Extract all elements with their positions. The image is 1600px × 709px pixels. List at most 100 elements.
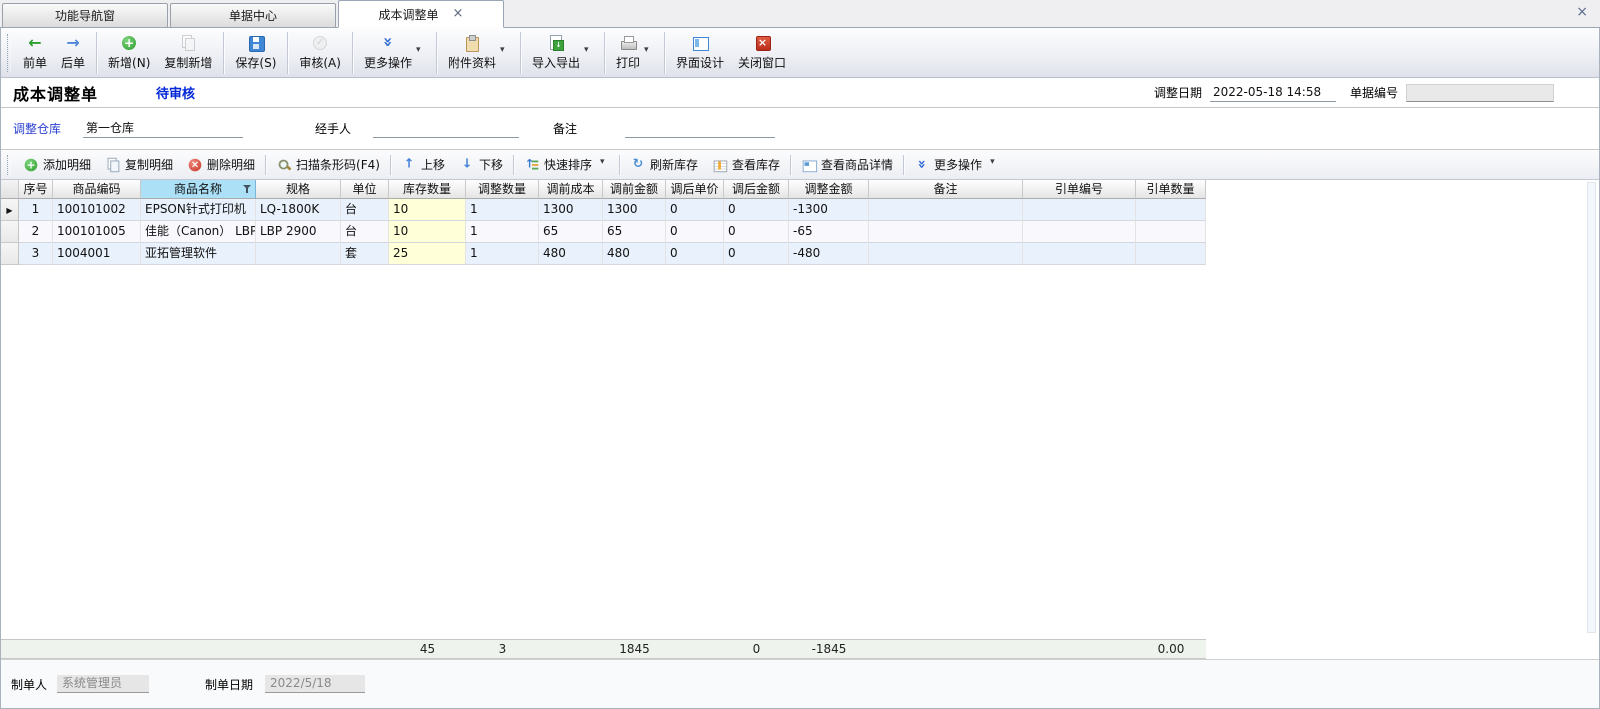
table-cell[interactable] [869,199,1023,221]
prev-doc-button[interactable]: 前单 [16,32,54,74]
table-cell[interactable]: 0 [724,221,789,243]
table-cell[interactable]: 1300 [603,199,666,221]
table-cell[interactable]: 1300 [539,199,603,221]
new-button[interactable]: 新增(N) [101,32,157,74]
dropdown-caret-icon[interactable] [990,160,999,170]
table-cell[interactable] [869,221,1023,243]
table-cell[interactable] [1023,199,1136,221]
table-cell[interactable]: 0 [666,199,724,221]
scan-barcode-button[interactable]: 扫描条形码(F4) [269,154,387,175]
move-down-button[interactable]: 下移 [452,154,510,175]
table-header-cell[interactable]: 调整数量 [466,180,539,199]
table-cell[interactable]: 3 [19,243,53,265]
table-cell[interactable]: 1004001 [53,243,141,265]
table-cell[interactable]: 65 [539,221,603,243]
copy-row-button[interactable]: 复制明细 [98,154,180,175]
table-cell[interactable] [869,243,1023,265]
dropdown-caret-icon[interactable] [500,48,509,58]
table-header-cell[interactable]: 调整金额 [789,180,869,199]
table-cell[interactable]: EPSON针式打印机 [141,199,256,221]
table-header-cell[interactable]: 引单数量 [1136,180,1206,199]
table-cell[interactable] [1023,243,1136,265]
attachments-button[interactable]: 附件资料 [441,32,516,74]
table-header-cell[interactable]: 商品名称 [141,180,256,199]
table-cell[interactable]: 1 [466,243,539,265]
row-selector-cell[interactable] [1,221,19,243]
table-header-cell[interactable]: 商品编码 [53,180,141,199]
table-cell[interactable]: 25 [389,243,466,265]
table-cell[interactable]: -1300 [789,199,869,221]
row-selector-cell[interactable] [1,243,19,265]
move-up-button[interactable]: 上移 [394,154,452,175]
table-header-cell[interactable]: 单位 [341,180,389,199]
row-selector-header[interactable] [1,180,19,199]
import-export-button[interactable]: 导入导出 [525,32,600,74]
table-cell[interactable] [256,243,341,265]
table-header-cell[interactable]: 备注 [869,180,1023,199]
view-product-detail-button[interactable]: 查看商品详情 [794,154,900,175]
table-cell[interactable]: 100101005 [53,221,141,243]
table-cell[interactable] [1136,199,1206,221]
table-cell[interactable]: 1 [466,221,539,243]
table-cell[interactable] [1023,221,1136,243]
table-header-cell[interactable]: 规格 [256,180,341,199]
table-cell[interactable] [1136,221,1206,243]
table-cell[interactable]: 10 [389,221,466,243]
table-cell[interactable]: 台 [341,199,389,221]
table-cell[interactable]: 0 [666,221,724,243]
table-header-cell[interactable]: 调后金额 [724,180,789,199]
table-cell[interactable]: -480 [789,243,869,265]
table-cell[interactable]: 0 [724,199,789,221]
table-header-cell[interactable]: 调前成本 [539,180,603,199]
table-cell[interactable]: 10 [389,199,466,221]
table-cell[interactable]: 台 [341,221,389,243]
table-header-cell[interactable]: 库存数量 [389,180,466,199]
dropdown-caret-icon[interactable] [584,48,593,58]
row-selector-cell[interactable] [1,199,19,221]
table-cell[interactable]: 100101002 [53,199,141,221]
vertical-scrollbar[interactable] [1587,182,1596,633]
table-cell[interactable]: 佳能（Canon） LBP [141,221,256,243]
table-cell[interactable]: 2 [19,221,53,243]
table-header-cell[interactable]: 引单编号 [1023,180,1136,199]
table-cell[interactable]: 套 [341,243,389,265]
tab-document-center[interactable]: 单据中心 [170,3,336,27]
ui-design-button[interactable]: 界面设计 [669,32,731,74]
warehouse-field[interactable]: 第一仓库 [83,120,243,138]
table-header-cell[interactable]: 调前金额 [603,180,666,199]
dropdown-caret-icon[interactable] [416,48,425,58]
tab-close-icon[interactable]: × [453,8,464,20]
quick-sort-button[interactable]: 快速排序 [517,154,616,175]
close-window-button[interactable]: 关闭窗口 [731,32,793,74]
view-stock-button[interactable]: 查看库存 [705,154,787,175]
table-cell[interactable]: 65 [603,221,666,243]
tab-cost-adjustment[interactable]: 成本调整单× [338,0,504,28]
table-row[interactable]: 31004001亚拓管理软件套25148048000-480 [1,243,1206,265]
delete-row-button[interactable]: 删除明细 [180,154,262,175]
add-row-button[interactable]: 添加明细 [16,154,98,175]
table-cell[interactable]: 480 [539,243,603,265]
next-doc-button[interactable]: 后单 [54,32,92,74]
dropdown-caret-icon[interactable] [600,160,609,170]
table-header-cell[interactable]: 序号 [19,180,53,199]
tabstrip-close-icon[interactable]: × [1576,4,1588,20]
tab-function-nav[interactable]: 功能导航窗 [2,3,168,27]
table-cell[interactable] [1136,243,1206,265]
more-actions-button[interactable]: 更多操作 [357,32,432,74]
table-cell[interactable]: 0 [666,243,724,265]
table-cell[interactable]: 0 [724,243,789,265]
refresh-stock-button[interactable]: 刷新库存 [623,154,705,175]
table-header-cell[interactable]: 调后单价 [666,180,724,199]
table-cell[interactable]: -65 [789,221,869,243]
adjust-date-field[interactable]: 2022-05-18 14:58 [1210,84,1336,102]
handler-field[interactable] [373,120,519,138]
table-cell[interactable]: 480 [603,243,666,265]
doc-no-field[interactable] [1406,84,1554,102]
save-button[interactable]: 保存(S) [228,32,283,74]
table-cell[interactable]: LBP 2900 [256,221,341,243]
print-button[interactable]: 打印 [609,32,660,74]
dropdown-caret-icon[interactable] [644,48,653,58]
table-cell[interactable]: 亚拓管理软件 [141,243,256,265]
table-cell[interactable]: 1 [19,199,53,221]
filter-icon[interactable] [243,185,252,194]
